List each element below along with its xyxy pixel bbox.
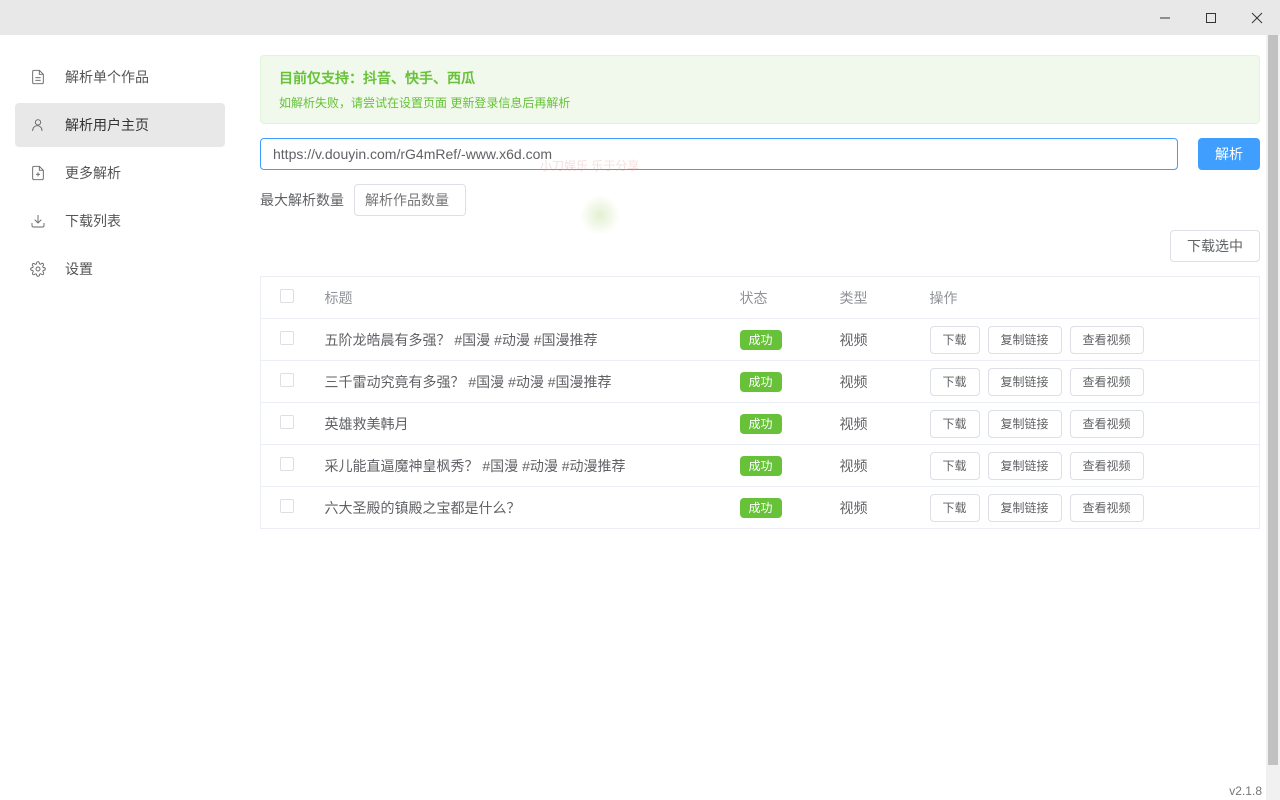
view-video-button[interactable]: 查看视频 — [1070, 452, 1144, 480]
download-icon — [29, 212, 47, 230]
gear-icon — [29, 260, 47, 278]
sidebar-item-label: 解析单个作品 — [65, 67, 149, 87]
file-plus-icon — [29, 164, 47, 182]
sidebar: 解析单个作品 解析用户主页 更多解析 下载列表 设置 — [0, 35, 240, 800]
scrollbar[interactable] — [1266, 35, 1280, 800]
row-title: 三千雷动究竟有多强？ #国漫 #动漫 #国漫推荐 — [313, 361, 728, 403]
row-type: 视频 — [828, 403, 918, 445]
row-title: 英雄救美韩月 — [313, 403, 728, 445]
alert-message: 如解析失败，请尝试在设置页面 更新登录信息后再解析 — [279, 94, 1241, 111]
results-table: 标题 状态 类型 操作 五阶龙皓晨有多强？ #国漫 #动漫 #国漫推荐成功视频下… — [260, 276, 1260, 529]
max-count-label: 最大解析数量 — [260, 190, 344, 210]
table-row: 六大圣殿的镇殿之宝都是什么？ 成功 视频下载复制链接查看视频 — [261, 487, 1260, 529]
select-all-checkbox[interactable] — [280, 289, 294, 303]
copy-link-button[interactable]: 复制链接 — [988, 410, 1062, 438]
table-row: 三千雷动究竟有多强？ #国漫 #动漫 #国漫推荐成功 视频下载复制链接查看视频 — [261, 361, 1260, 403]
parse-button[interactable]: 解析 — [1198, 138, 1260, 170]
row-checkbox[interactable] — [280, 331, 294, 345]
version-label: v2.1.8 — [1229, 784, 1262, 798]
sidebar-item-label: 下载列表 — [65, 211, 121, 231]
sidebar-item-label: 更多解析 — [65, 163, 121, 183]
sidebar-item-parse-single[interactable]: 解析单个作品 — [15, 55, 225, 99]
url-input[interactable] — [260, 138, 1178, 170]
max-count-input[interactable] — [354, 184, 466, 216]
row-checkbox[interactable] — [280, 415, 294, 429]
view-video-button[interactable]: 查看视频 — [1070, 494, 1144, 522]
alert-box: 目前仅支持：抖音、快手、西瓜 如解析失败，请尝试在设置页面 更新登录信息后再解析 — [260, 55, 1260, 124]
status-tag: 成功 — [740, 372, 782, 392]
table-row: 英雄救美韩月成功 视频下载复制链接查看视频 — [261, 403, 1260, 445]
view-video-button[interactable]: 查看视频 — [1070, 368, 1144, 396]
col-ops: 操作 — [918, 277, 1260, 319]
row-type: 视频 — [828, 445, 918, 487]
download-button[interactable]: 下载 — [930, 326, 980, 354]
titlebar — [0, 0, 1280, 35]
user-icon — [29, 116, 47, 134]
status-tag: 成功 — [740, 456, 782, 476]
close-button[interactable] — [1234, 0, 1280, 35]
table-row: 采儿能直逼魔神皇枫秀？ #国漫 #动漫 #动漫推荐成功 视频下载复制链接查看视频 — [261, 445, 1260, 487]
row-type: 视频 — [828, 487, 918, 529]
sidebar-item-download-list[interactable]: 下载列表 — [15, 199, 225, 243]
copy-link-button[interactable]: 复制链接 — [988, 452, 1062, 480]
row-type: 视频 — [828, 361, 918, 403]
sidebar-item-settings[interactable]: 设置 — [15, 247, 225, 291]
row-title: 五阶龙皓晨有多强？ #国漫 #动漫 #国漫推荐 — [313, 319, 728, 361]
copy-link-button[interactable]: 复制链接 — [988, 494, 1062, 522]
row-title: 六大圣殿的镇殿之宝都是什么？ — [313, 487, 728, 529]
download-button[interactable]: 下载 — [930, 368, 980, 396]
row-checkbox[interactable] — [280, 373, 294, 387]
row-checkbox[interactable] — [280, 499, 294, 513]
sidebar-item-more-parse[interactable]: 更多解析 — [15, 151, 225, 195]
minimize-button[interactable] — [1142, 0, 1188, 35]
download-button[interactable]: 下载 — [930, 494, 980, 522]
col-type: 类型 — [828, 277, 918, 319]
maximize-button[interactable] — [1188, 0, 1234, 35]
sidebar-item-label: 设置 — [65, 259, 93, 279]
view-video-button[interactable]: 查看视频 — [1070, 410, 1144, 438]
scrollbar-thumb[interactable] — [1268, 35, 1278, 765]
row-checkbox[interactable] — [280, 457, 294, 471]
table-row: 五阶龙皓晨有多强？ #国漫 #动漫 #国漫推荐成功 视频下载复制链接查看视频 — [261, 319, 1260, 361]
status-tag: 成功 — [740, 330, 782, 350]
download-selected-button[interactable]: 下载选中 — [1170, 230, 1260, 262]
row-title: 采儿能直逼魔神皇枫秀？ #国漫 #动漫 #动漫推荐 — [313, 445, 728, 487]
col-status: 状态 — [728, 277, 828, 319]
status-tag: 成功 — [740, 498, 782, 518]
alert-title: 目前仅支持：抖音、快手、西瓜 — [279, 68, 1241, 88]
download-button[interactable]: 下载 — [930, 452, 980, 480]
main-content: 目前仅支持：抖音、快手、西瓜 如解析失败，请尝试在设置页面 更新登录信息后再解析… — [240, 35, 1280, 800]
row-type: 视频 — [828, 319, 918, 361]
copy-link-button[interactable]: 复制链接 — [988, 326, 1062, 354]
sidebar-item-label: 解析用户主页 — [65, 115, 149, 135]
copy-link-button[interactable]: 复制链接 — [988, 368, 1062, 396]
col-title: 标题 — [313, 277, 728, 319]
sidebar-item-parse-user[interactable]: 解析用户主页 — [15, 103, 225, 147]
download-button[interactable]: 下载 — [930, 410, 980, 438]
view-video-button[interactable]: 查看视频 — [1070, 326, 1144, 354]
document-icon — [29, 68, 47, 86]
status-tag: 成功 — [740, 414, 782, 434]
